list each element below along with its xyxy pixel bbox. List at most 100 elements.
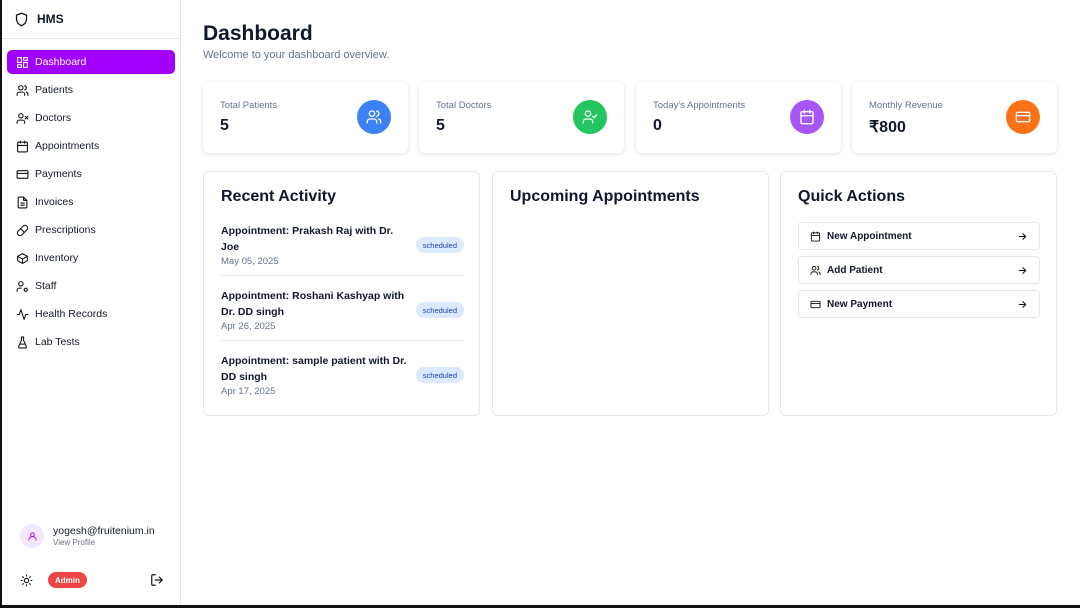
user-x-icon: [16, 112, 29, 124]
avatar: [20, 524, 44, 548]
stat-card-total-patients: Total Patients 5: [203, 82, 408, 153]
main-content: Dashboard Welcome to your dashboard over…: [182, 0, 1080, 605]
button-label: New Payment: [827, 298, 893, 310]
arrow-right-icon: [1018, 301, 1027, 308]
sidebar-item-appointments[interactable]: Appointments: [7, 134, 175, 158]
stat-card-total-doctors: Total Doctors 5: [419, 82, 624, 153]
upcoming-appointments-panel: Upcoming Appointments: [492, 171, 769, 416]
stat-icon: [573, 100, 607, 134]
credit-card-icon: [1015, 111, 1031, 123]
arrow-right-icon: [1018, 233, 1027, 240]
brand-name: HMS: [37, 12, 64, 26]
activity-icon: [16, 308, 29, 320]
activity-title: Appointment: sample patient with Dr. DD …: [221, 355, 407, 383]
button-label: New Appointment: [827, 230, 912, 242]
stat-label: Total Doctors: [436, 100, 492, 111]
users-icon: [810, 265, 821, 275]
stat-card-monthly-revenue: Monthly Revenue ₹800: [852, 82, 1057, 153]
sidebar-item-label: Dashboard: [35, 56, 87, 68]
button-label: Add Patient: [827, 264, 883, 276]
sidebar-item-label: Inventory: [35, 252, 79, 264]
user-profile[interactable]: yogesh@fruitenium.in View Profile: [20, 524, 155, 548]
package-icon: [17, 252, 28, 264]
sun-icon: [20, 574, 33, 587]
activity-date: Apr 26, 2025: [221, 321, 276, 332]
sidebar-item-lab-tests[interactable]: Lab Tests: [7, 330, 175, 354]
list-item[interactable]: Appointment: sample patient with Dr. DD …: [221, 353, 464, 397]
sidebar-item-patients[interactable]: Patients: [7, 78, 175, 102]
sidebar-footer: Admin: [19, 571, 167, 589]
sidebar-item-invoices[interactable]: Invoices: [7, 190, 175, 214]
stat-icon: [1006, 100, 1040, 134]
sidebar-item-label: Invoices: [35, 196, 74, 208]
stat-value: ₹800: [869, 119, 906, 136]
sidebar-item-health-records[interactable]: Health Records: [7, 302, 175, 326]
sidebar-item-prescriptions[interactable]: Prescriptions: [7, 218, 175, 242]
pill-icon: [16, 224, 29, 236]
page-title: Dashboard: [203, 22, 313, 45]
activity-date: Apr 17, 2025: [221, 386, 276, 397]
add-patient-button[interactable]: Add Patient: [798, 256, 1040, 284]
stat-value: 5: [220, 117, 229, 134]
stat-label: Today's Appointments: [653, 100, 746, 111]
panel-title: Quick Actions: [798, 188, 905, 205]
sidebar-item-label: Prescriptions: [35, 224, 96, 236]
user-cog-icon: [16, 280, 28, 292]
sidebar-item-dashboard[interactable]: Dashboard: [7, 50, 175, 74]
brand[interactable]: HMS: [14, 10, 64, 28]
page-subtitle: Welcome to your dashboard overview.: [203, 49, 390, 61]
status-badge: scheduled: [415, 302, 464, 318]
sidebar-item-inventory[interactable]: Inventory: [7, 246, 175, 270]
layout-grid-icon: [17, 56, 28, 68]
sidebar-nav: Dashboard Patients Doctors Appointments …: [7, 50, 175, 358]
stat-value: 0: [653, 117, 662, 134]
list-item[interactable]: Appointment: Prakash Raj with Dr. Joe Ma…: [221, 223, 464, 267]
users-icon: [16, 84, 29, 96]
logout-icon: [151, 574, 163, 586]
stat-value: 5: [436, 117, 445, 134]
credit-card-icon: [810, 300, 821, 308]
list-item[interactable]: Appointment: Roshani Kashyap with Dr. DD…: [221, 288, 464, 332]
calendar-icon: [17, 140, 28, 152]
sidebar-item-doctors[interactable]: Doctors: [7, 106, 175, 130]
sidebar-item-label: Patients: [35, 84, 73, 96]
stat-label: Monthly Revenue: [869, 100, 943, 111]
stat-icon: [790, 100, 824, 134]
sidebar-item-label: Appointments: [35, 140, 100, 152]
users-icon: [366, 110, 382, 124]
theme-toggle-button[interactable]: [19, 573, 34, 588]
activity-title: Appointment: Roshani Kashyap with Dr. DD…: [221, 290, 405, 318]
activity-date: May 05, 2025: [221, 256, 279, 267]
sidebar: HMS Dashboard Patients Doctors Appointme…: [2, 0, 181, 605]
sidebar-item-label: Staff: [35, 280, 57, 292]
flask-icon: [18, 336, 27, 348]
sidebar-item-label: Lab Tests: [35, 336, 80, 348]
logout-button[interactable]: [149, 572, 165, 588]
file-text-icon: [17, 196, 28, 208]
divider: [2, 38, 180, 39]
panel-title: Recent Activity: [221, 188, 336, 205]
activity-title: Appointment: Prakash Raj with Dr. Joe: [221, 225, 394, 253]
stat-card-todays-appointments: Today's Appointments 0: [636, 82, 841, 153]
status-badge: scheduled: [415, 367, 464, 383]
profile-email: yogesh@fruitenium.in: [53, 525, 155, 537]
arrow-right-icon: [1018, 267, 1027, 274]
user-check-icon: [582, 110, 598, 124]
calendar-icon: [810, 230, 821, 242]
sidebar-item-payments[interactable]: Payments: [7, 162, 175, 186]
divider: [221, 340, 464, 341]
stat-label: Total Patients: [220, 100, 278, 111]
shield-icon: [15, 12, 28, 26]
calendar-icon: [800, 109, 814, 125]
sidebar-item-staff[interactable]: Staff: [7, 274, 175, 298]
new-appointment-button[interactable]: New Appointment: [798, 222, 1040, 250]
quick-actions-panel: Quick Actions New Appointment Add Patien…: [780, 171, 1057, 416]
panel-title: Upcoming Appointments: [510, 188, 700, 205]
status-badge: scheduled: [415, 237, 464, 253]
stat-icon: [357, 100, 391, 134]
view-profile-link[interactable]: View Profile: [53, 538, 155, 547]
divider: [221, 275, 464, 276]
user-icon: [27, 531, 37, 541]
new-payment-button[interactable]: New Payment: [798, 290, 1040, 318]
sidebar-item-label: Payments: [35, 168, 82, 180]
